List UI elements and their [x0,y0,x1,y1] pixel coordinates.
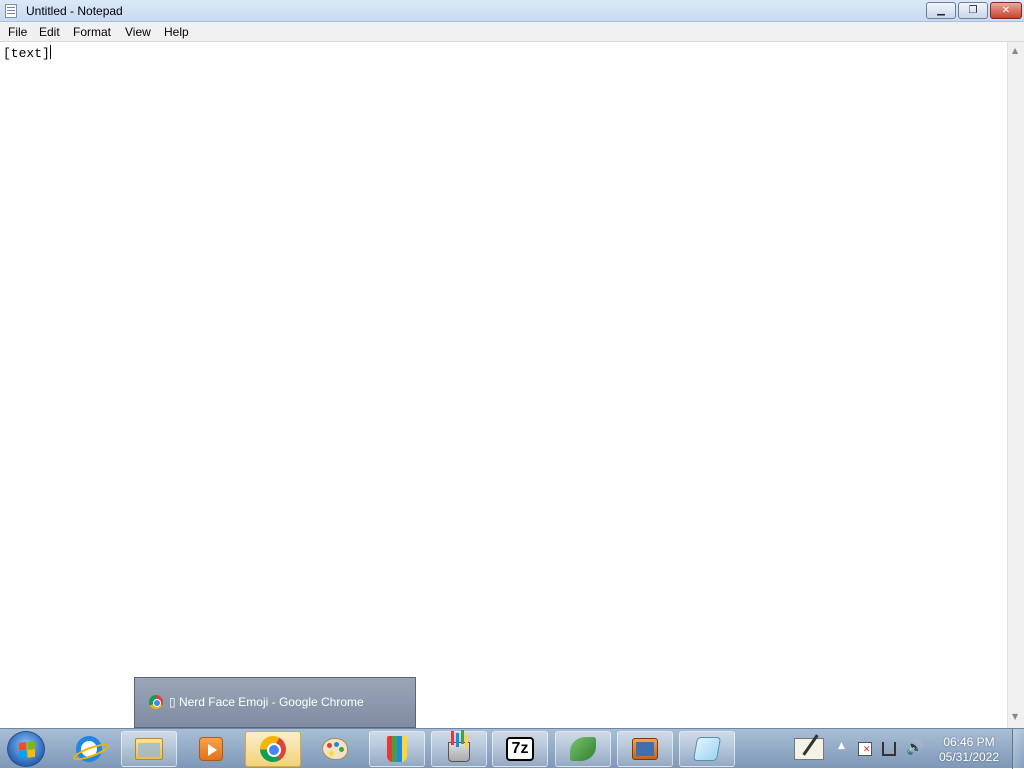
taskbar-chrome[interactable] [245,731,301,767]
text-editor[interactable]: [text] [0,42,1007,728]
minimize-button[interactable]: ▁ [926,2,956,19]
pencil-cup-icon [448,731,470,762]
ie-icon [76,736,102,762]
chrome-window-label[interactable]: ▯ Nerd Face Emoji - Google Chrome [169,695,364,709]
menu-edit[interactable]: Edit [39,25,60,39]
show-desktop-button[interactable] [1012,729,1024,769]
editor-text: [text] [3,46,50,61]
leaf-icon [570,737,596,761]
taskbar-notepad[interactable] [679,731,735,767]
window-title: Untitled - Notepad [26,4,123,18]
network-icon[interactable] [882,742,896,756]
action-center-flag-icon[interactable] [858,742,872,756]
taskbar-leaf-app[interactable] [555,731,611,767]
notepad-icon [692,737,722,761]
taskbar-movie-maker[interactable] [617,731,673,767]
vertical-scrollbar[interactable]: ▲ ▼ [1007,42,1024,728]
notepad-window: Untitled - Notepad ▁ ❐ ✕ File Edit Forma… [0,0,1024,728]
taskbar: 7z ▲ 🔊 06:46 PM 05/31/2022 [0,728,1024,769]
menu-view[interactable]: View [125,25,151,39]
close-button[interactable]: ✕ [990,2,1022,19]
scroll-up-arrow-icon[interactable]: ▲ [1012,46,1018,55]
taskbar-explorer[interactable] [121,731,177,767]
taskbar-pencil-cup-app[interactable] [431,731,487,767]
taskbar-7zip[interactable]: 7z [492,731,548,767]
taskbar-pencils-app[interactable] [369,731,425,767]
chrome-icon [260,736,286,762]
show-hidden-icons-icon[interactable]: ▲ [838,741,845,751]
windows-logo-icon [19,741,35,759]
text-caret [49,45,51,59]
folder-icon [135,738,163,760]
menu-help[interactable]: Help [164,25,189,39]
notepad-app-icon[interactable] [5,4,17,18]
taskbar-media-player[interactable] [183,731,239,767]
menu-file[interactable]: File [8,25,27,39]
taskbar-ie[interactable] [61,731,117,767]
pencils-icon [387,736,407,762]
clock[interactable]: 06:46 PM 05/31/2022 [934,735,1004,765]
title-bar[interactable]: Untitled - Notepad ▁ ❐ ✕ [0,0,1024,22]
clock-time: 06:46 PM [943,735,995,749]
clock-date: 05/31/2022 [938,750,1000,764]
menu-bar: File Edit Format View Help [0,22,1024,42]
7zip-icon: 7z [506,737,534,761]
menu-format[interactable]: Format [73,25,111,39]
media-player-icon [199,737,223,761]
start-button[interactable] [7,731,45,767]
chrome-thumbnail-popup[interactable]: ▯ Nerd Face Emoji - Google Chrome [134,677,416,728]
restore-button[interactable]: ❐ [958,2,988,19]
system-tray: ▲ 🔊 06:46 PM 05/31/2022 [786,731,1018,767]
volume-icon[interactable]: 🔊 [906,740,923,756]
taskbar-paint[interactable] [307,731,363,767]
paint-icon [322,738,348,760]
movie-maker-icon [632,738,658,760]
pen-input-icon[interactable] [794,738,824,760]
chrome-icon [149,695,163,709]
scroll-down-arrow-icon[interactable]: ▼ [1012,712,1018,721]
